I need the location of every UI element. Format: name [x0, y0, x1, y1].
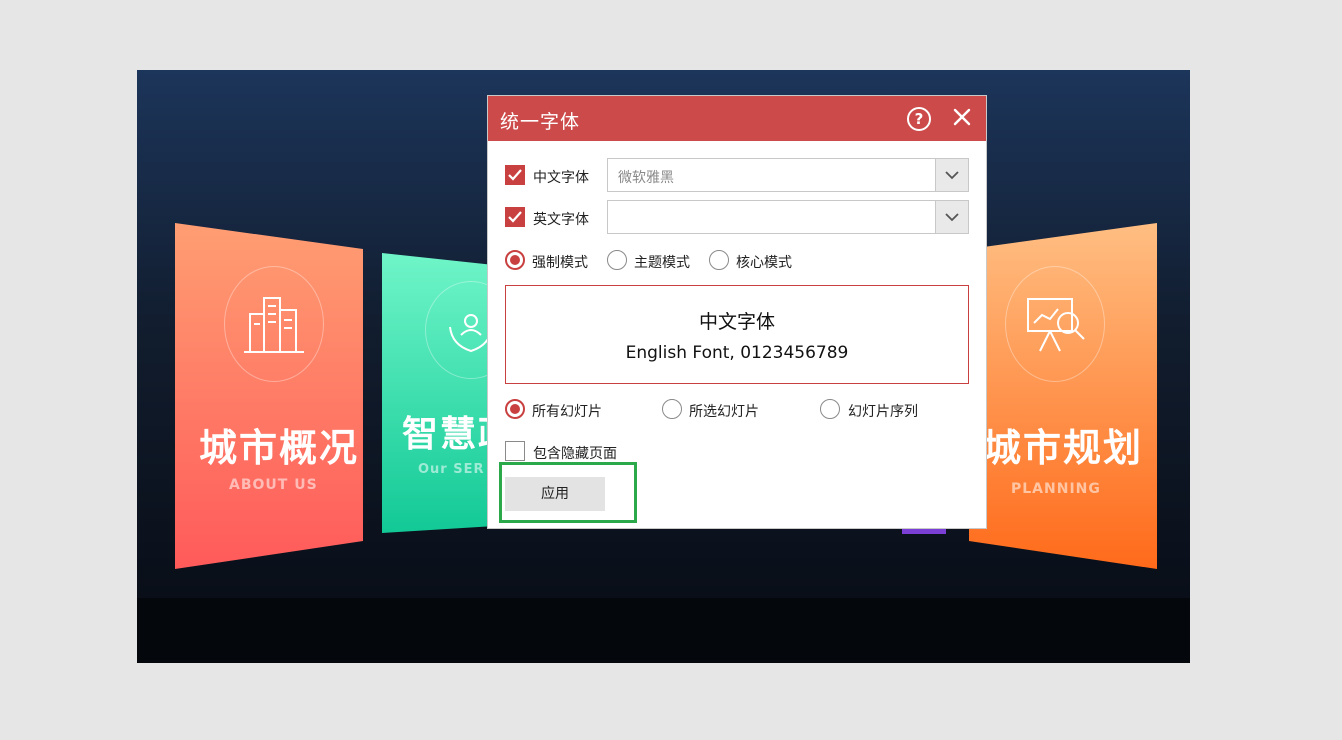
english-font-label: 英文字体	[533, 212, 589, 228]
scope-radio-selected[interactable]	[662, 399, 682, 419]
card-city-planning: 城市规划 PLANNING	[969, 223, 1157, 569]
card-subtitle: ABOUT US	[229, 477, 318, 493]
scope-label-sequence: 幻灯片序列	[848, 404, 918, 420]
chinese-font-checkbox[interactable]	[505, 165, 525, 185]
unify-font-dialog: 统一字体 ? 中文字体 微软雅黑 英文字体 强制模式 主题模式 核心模式 中文字…	[488, 96, 986, 528]
card-title: 城市规划	[983, 426, 1144, 470]
slide-floor	[137, 598, 1190, 663]
check-icon	[508, 211, 522, 223]
card-subtitle: Our SER	[418, 462, 485, 477]
chinese-font-select[interactable]: 微软雅黑	[607, 158, 969, 192]
preview-chinese-text: 中文字体	[698, 311, 775, 333]
mode-label-force: 强制模式	[532, 255, 588, 271]
chinese-font-label: 中文字体	[533, 170, 589, 186]
mode-radio-theme[interactable]	[607, 250, 627, 270]
help-icon[interactable]: ?	[907, 107, 931, 131]
mode-label-theme: 主题模式	[634, 255, 690, 271]
city-buildings-icon	[224, 266, 324, 382]
scope-label-all: 所有幻灯片	[532, 404, 602, 420]
chinese-font-value: 微软雅黑	[618, 170, 674, 186]
close-icon[interactable]	[950, 104, 974, 130]
dialog-titlebar[interactable]: 统一字体 ?	[488, 96, 986, 141]
preview-english-text: English Font, 0123456789	[625, 343, 849, 363]
font-preview-box: 中文字体 English Font, 0123456789	[505, 285, 969, 384]
scope-label-selected: 所选幻灯片	[689, 404, 759, 420]
scope-radio-sequence[interactable]	[820, 399, 840, 419]
card-subtitle: PLANNING	[1011, 481, 1101, 497]
chevron-down-icon[interactable]	[935, 201, 968, 233]
mode-label-core: 核心模式	[736, 255, 792, 271]
apply-button[interactable]: 应用	[505, 477, 605, 511]
card-title: 城市概况	[199, 426, 360, 470]
english-font-select[interactable]	[607, 200, 969, 234]
presentation-chart-icon	[1005, 266, 1105, 382]
mode-radio-core[interactable]	[709, 250, 729, 270]
include-hidden-checkbox[interactable]	[505, 441, 525, 461]
mode-radio-force[interactable]	[505, 250, 525, 270]
card-city-overview: 城市概况 ABOUT US	[175, 223, 363, 569]
check-icon	[508, 169, 522, 181]
english-font-checkbox[interactable]	[505, 207, 525, 227]
chevron-down-icon[interactable]	[935, 159, 968, 191]
dialog-title: 统一字体	[500, 111, 581, 133]
scope-radio-all[interactable]	[505, 399, 525, 419]
include-hidden-label: 包含隐藏页面	[533, 446, 617, 462]
